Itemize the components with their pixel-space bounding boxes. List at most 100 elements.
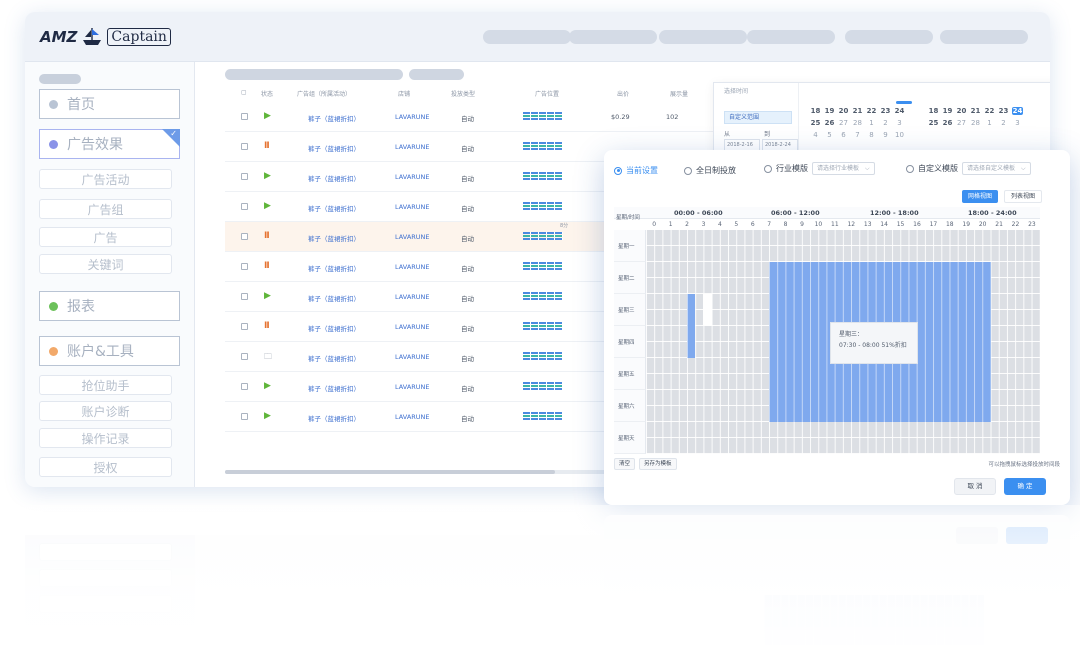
- list-view-button[interactable]: 列表视图: [1003, 190, 1042, 203]
- row-checkbox[interactable]: [241, 203, 248, 210]
- column-header[interactable]: 状态: [261, 89, 273, 98]
- nav-placeholder[interactable]: [845, 30, 933, 44]
- calendar-day[interactable]: 24: [894, 107, 905, 115]
- calendar-day[interactable]: 22: [866, 107, 877, 115]
- folder-status-icon[interactable]: 🗀: [264, 351, 272, 365]
- play-status-icon[interactable]: ▶: [264, 291, 271, 301]
- pause-status-icon[interactable]: II: [264, 261, 270, 271]
- sidebar-item-bid-assistant[interactable]: 抢位助手: [39, 375, 172, 395]
- calendar-day[interactable]: 26: [942, 119, 953, 127]
- column-header[interactable]: 店铺: [398, 89, 410, 98]
- calendar-day[interactable]: 8: [866, 131, 877, 139]
- sidebar-item-home[interactable]: 首页: [39, 89, 180, 119]
- scheduled-block[interactable]: [687, 294, 696, 358]
- row-checkbox[interactable]: [241, 293, 248, 300]
- row-checkbox[interactable]: [241, 323, 248, 330]
- column-header[interactable]: 展示量: [670, 89, 688, 98]
- ad-group-name[interactable]: 裤子（蓝裙折扣）: [308, 113, 360, 123]
- shop-name[interactable]: LAVARUNE: [395, 383, 430, 391]
- calendar-day[interactable]: 24: [1012, 107, 1023, 115]
- clear-button[interactable]: 清空: [614, 458, 636, 470]
- calendar-day[interactable]: 28: [970, 119, 981, 127]
- sidebar-item-account-diagnosis[interactable]: 账户诊断: [39, 401, 172, 421]
- row-checkbox[interactable]: [241, 143, 248, 150]
- play-status-icon[interactable]: ▶: [264, 171, 271, 181]
- calendar-day[interactable]: 26: [824, 119, 835, 127]
- shop-name[interactable]: LAVARUNE: [395, 203, 430, 211]
- calendar-day[interactable]: 19: [824, 107, 835, 115]
- custom-template-select[interactable]: 请选择自定义模板 ⌵: [962, 162, 1031, 175]
- shop-name[interactable]: LAVARUNE: [395, 293, 430, 301]
- calendar-day[interactable]: 7: [852, 131, 863, 139]
- nav-placeholder[interactable]: [483, 30, 571, 44]
- time-slot-grid[interactable]: 星期三： 07:30 - 08:00 51%折扣: [646, 230, 1040, 454]
- row-checkbox[interactable]: [241, 113, 248, 120]
- custom-range-option[interactable]: 自定义范围: [724, 111, 792, 124]
- column-header[interactable]: 投放类型: [451, 89, 475, 98]
- save-template-button[interactable]: 另存为模板: [639, 458, 677, 470]
- row-checkbox[interactable]: [241, 173, 248, 180]
- play-status-icon[interactable]: ▶: [264, 111, 271, 121]
- ad-group-name[interactable]: 裤子（蓝裙折扣）: [308, 323, 360, 333]
- option-all-day[interactable]: 全日制投放: [684, 165, 736, 176]
- calendar-day[interactable]: 5: [824, 131, 835, 139]
- shop-name[interactable]: LAVARUNE: [395, 113, 430, 121]
- calendar-day[interactable]: 18: [810, 107, 821, 115]
- calendar-day[interactable]: 10: [894, 131, 905, 139]
- play-status-icon[interactable]: ▶: [264, 201, 271, 211]
- play-status-icon[interactable]: ▶: [264, 411, 271, 421]
- sidebar-item-keywords[interactable]: 关键词: [39, 254, 172, 274]
- ad-group-name[interactable]: 裤子（蓝裙折扣）: [308, 263, 360, 273]
- calendar-day[interactable]: 1: [984, 119, 995, 127]
- option-custom-template[interactable]: 自定义模版 请选择自定义模板 ⌵: [906, 162, 1031, 175]
- column-header[interactable]: 广告位置: [535, 89, 559, 98]
- shop-name[interactable]: LAVARUNE: [395, 233, 430, 241]
- sidebar-item-account-tools[interactable]: 账户&工具: [39, 336, 180, 366]
- ad-group-name[interactable]: 裤子（蓝裙折扣）: [308, 383, 360, 393]
- calendar-day[interactable]: 1: [866, 119, 877, 127]
- row-checkbox[interactable]: [241, 263, 248, 270]
- calendar-day[interactable]: 3: [1012, 119, 1023, 127]
- nav-placeholder[interactable]: [569, 30, 657, 44]
- shop-name[interactable]: LAVARUNE: [395, 173, 430, 181]
- calendar-day[interactable]: 19: [942, 107, 953, 115]
- nav-placeholder[interactable]: [940, 30, 1028, 44]
- calendar-day[interactable]: 27: [956, 119, 967, 127]
- calendar-day[interactable]: 27: [838, 119, 849, 127]
- bid-value[interactable]: $0.29: [611, 113, 630, 121]
- play-status-icon[interactable]: ▶: [264, 381, 271, 391]
- option-current-settings[interactable]: 当前设置: [614, 165, 658, 176]
- sidebar-item-ads[interactable]: 广告: [39, 227, 172, 247]
- sidebar-item-authorize[interactable]: 授权: [39, 457, 172, 477]
- pause-status-icon[interactable]: II: [264, 231, 270, 241]
- ad-group-name[interactable]: 裤子（蓝裙折扣）: [308, 143, 360, 153]
- column-header[interactable]: 广告组（所属活动）: [297, 89, 351, 98]
- shop-name[interactable]: LAVARUNE: [395, 353, 430, 361]
- sidebar-item-ad-groups[interactable]: 广告组: [39, 199, 172, 219]
- industry-template-select[interactable]: 请选择行业模板 ⌵: [812, 162, 875, 175]
- ad-group-name[interactable]: 裤子（蓝裙折扣）: [308, 413, 360, 423]
- calendar-day[interactable]: 25: [928, 119, 939, 127]
- sidebar-item-reports[interactable]: 报表: [39, 291, 180, 321]
- header-checkbox[interactable]: ▢: [241, 89, 247, 96]
- shop-name[interactable]: LAVARUNE: [395, 323, 430, 331]
- calendar-day[interactable]: 23: [998, 107, 1009, 115]
- calendar-day[interactable]: 20: [838, 107, 849, 115]
- sidebar-item-campaigns[interactable]: 广告活动: [39, 169, 172, 189]
- pause-status-icon[interactable]: II: [264, 321, 270, 331]
- option-industry-template[interactable]: 行业模版 请选择行业模板 ⌵: [764, 162, 875, 175]
- calendar-day[interactable]: 28: [852, 119, 863, 127]
- ad-group-name[interactable]: 裤子（蓝裙折扣）: [308, 353, 360, 363]
- shop-name[interactable]: LAVARUNE: [395, 143, 430, 151]
- confirm-button[interactable]: 确 定: [1004, 478, 1046, 495]
- cancel-button[interactable]: 取 消: [954, 478, 996, 495]
- calendar-day[interactable]: 9: [880, 131, 891, 139]
- calendar-day[interactable]: 3: [894, 119, 905, 127]
- pause-status-icon[interactable]: II: [264, 141, 270, 151]
- row-checkbox[interactable]: [241, 353, 248, 360]
- calendar-day[interactable]: 6: [838, 131, 849, 139]
- calendar-day[interactable]: 18: [928, 107, 939, 115]
- row-checkbox[interactable]: [241, 233, 248, 240]
- ad-group-name[interactable]: 裤子（蓝裙折扣）: [308, 203, 360, 213]
- calendar-day[interactable]: 20: [956, 107, 967, 115]
